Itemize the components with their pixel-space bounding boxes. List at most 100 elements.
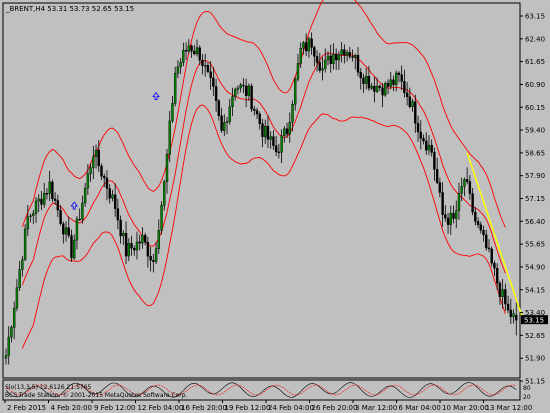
candle-body <box>302 42 305 49</box>
candle-body <box>403 81 406 94</box>
candle-body <box>209 71 212 79</box>
candle-body <box>269 136 272 140</box>
x-tick-label: 3 Mar 12:00 <box>355 404 397 412</box>
candle-body <box>446 217 450 225</box>
candle-body <box>149 256 152 261</box>
candle-body <box>223 122 226 131</box>
candle-body <box>315 56 319 63</box>
current-price-label: 53.15 <box>524 317 544 325</box>
candle-body <box>493 262 496 269</box>
candle-body <box>108 188 111 199</box>
price-chart[interactable]: 63.15 62.40 61.65 60.90 60.15 59.40 58.65 57.90… <box>0 0 550 413</box>
candle-body <box>206 65 210 72</box>
candle-body <box>389 79 392 87</box>
candle-body <box>195 47 199 55</box>
candle-body <box>512 313 515 318</box>
candle-body <box>321 68 324 71</box>
candle-body <box>37 198 40 202</box>
candle-body <box>471 193 474 213</box>
candle-body <box>378 85 382 88</box>
watermark: BCS Trade Station, © 2001-2015 MetaQuote… <box>5 392 188 399</box>
candle-body <box>59 209 62 224</box>
candle-body <box>171 103 174 122</box>
candle-body <box>18 269 21 288</box>
candle-body <box>94 149 98 158</box>
x-tick-label: 12 Feb 04:00 <box>138 404 184 412</box>
candle-body <box>124 232 128 257</box>
y-axis-labels: 63.15 62.40 61.65 60.90 60.15 59.40 58.65 57.90… <box>520 13 545 386</box>
candle-body <box>64 227 68 235</box>
candle-body <box>348 52 352 57</box>
candle-body <box>179 62 182 68</box>
candle-body <box>324 59 327 69</box>
candle-body <box>234 89 237 97</box>
candle-body <box>482 229 485 236</box>
candle-body <box>460 186 463 194</box>
candle-body <box>364 76 368 84</box>
candle-body <box>7 336 10 356</box>
candle-body <box>501 289 504 298</box>
candle-body <box>490 248 493 264</box>
candle-body <box>487 247 491 250</box>
candle-body <box>285 128 289 135</box>
x-tick-label: 13 Mar 12:00 <box>486 404 533 412</box>
x-tick-label: 6 Mar 04:00 <box>399 404 441 412</box>
candle-body <box>92 156 95 168</box>
candle-body <box>465 179 469 182</box>
candle-body <box>435 169 439 183</box>
candle-body <box>386 82 390 87</box>
candle-body <box>48 181 51 194</box>
candle-body <box>356 55 360 73</box>
candle-body <box>304 42 308 52</box>
y-tick-label: 60.15 <box>525 104 545 112</box>
candle-body <box>43 193 46 205</box>
candle-body <box>138 241 141 244</box>
y-tick-label: 55.65 <box>525 241 545 249</box>
candle-body <box>509 309 513 318</box>
candle-body <box>247 85 251 96</box>
candle-body <box>425 140 428 151</box>
candle-body <box>373 85 376 92</box>
y-tick-label: 56.40 <box>525 218 545 226</box>
y-tick-label: 57.90 <box>525 172 545 180</box>
candle-body <box>332 53 335 64</box>
candle-body <box>354 55 357 58</box>
candle-body <box>100 165 103 177</box>
candle-body <box>228 106 231 122</box>
candle-body <box>26 216 30 230</box>
candle-body <box>81 202 84 220</box>
candle-body <box>105 177 109 189</box>
candle-body <box>201 59 204 66</box>
candle-body <box>32 213 35 216</box>
x-tick-label: 24 Feb 04:00 <box>268 404 314 412</box>
candle-body <box>239 84 242 89</box>
candle-body <box>127 243 130 257</box>
candle-body <box>182 49 185 63</box>
candle-body <box>457 193 461 211</box>
y-tick-label: 54.15 <box>525 286 545 294</box>
candle-body <box>168 120 171 155</box>
candle-body <box>422 138 425 142</box>
candle-body <box>408 96 412 107</box>
candle-body <box>272 136 275 146</box>
x-tick-label: 9 Feb 12:00 <box>94 404 135 412</box>
candle-body <box>255 110 259 115</box>
candle-body <box>359 72 362 79</box>
candle-body <box>326 55 330 61</box>
candle-body <box>163 181 166 206</box>
candle-body <box>146 242 150 257</box>
candle-body <box>190 45 193 52</box>
y-tick-label: 59.40 <box>525 127 545 135</box>
candle-body <box>474 211 477 222</box>
candle-body <box>405 92 409 97</box>
candle-body <box>266 125 270 140</box>
candle-body <box>414 101 417 124</box>
candle-body <box>313 47 316 57</box>
candle-body <box>294 78 297 105</box>
candle-body <box>173 73 177 104</box>
candle-body <box>12 307 16 328</box>
candle-body <box>56 200 60 211</box>
candle-body <box>463 179 466 187</box>
candle-body <box>261 123 264 138</box>
y-tick-label: 63.15 <box>525 13 545 21</box>
